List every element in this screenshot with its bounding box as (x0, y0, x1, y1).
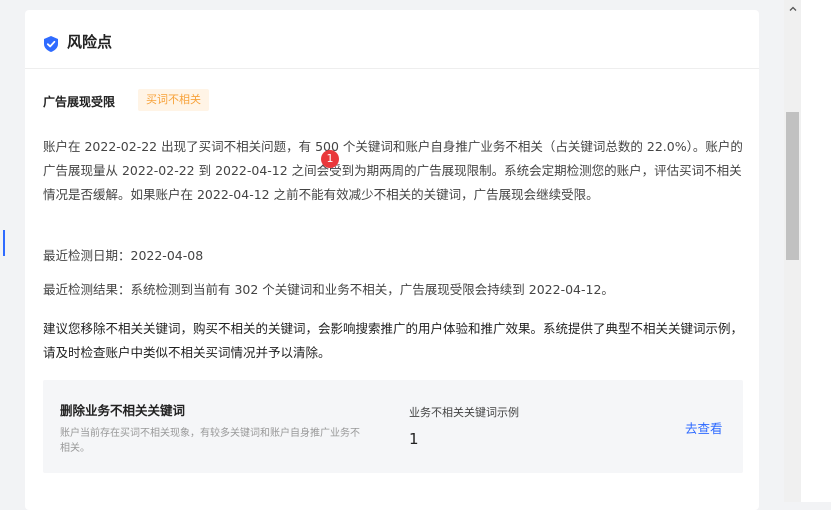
action-panel: 删除业务不相关关键词 账户当前存在买词不相关现象，有较多关键词和账户自身推广业务… (43, 380, 743, 473)
scrollbar-thumb[interactable] (786, 112, 799, 260)
panel-description: 账户当前存在买词不相关现象，有较多关键词和账户自身推广业务不相关。 (60, 428, 360, 454)
left-edge (0, 0, 10, 502)
risk-card: 风险点 广告展现受限 买词不相关 账户在 2022-02-22 出现了买词不相关… (25, 10, 759, 510)
chevron-up-icon[interactable] (788, 4, 798, 14)
card-header: 风险点 (25, 10, 759, 69)
latest-check-result: 最近检测结果：系统检测到当前有 302 个关键词和业务不相关，广告展现受限会持续… (43, 282, 614, 297)
example-label: 业务不相关关键词示例 (409, 406, 519, 419)
latest-check-date: 最近检测日期：2022-04-08 (43, 248, 204, 263)
issue-description: 账户在 2022-02-22 出现了买词不相关问题，有 500 个关键词和账户自… (43, 139, 743, 202)
notification-badge[interactable]: 1 (321, 150, 339, 168)
shield-check-icon (44, 36, 58, 52)
view-link[interactable]: 去查看 (685, 418, 723, 437)
example-count: 1 (409, 430, 419, 448)
card-title: 风险点 (67, 33, 113, 51)
right-gutter (801, 0, 831, 502)
issue-tag: 买词不相关 (138, 89, 209, 111)
vertical-scrollbar[interactable] (784, 0, 801, 502)
suggestion-text: 建议您移除不相关关键词，购买不相关的关键词，会影响搜索推广的用户体验和推广效果。… (43, 321, 744, 360)
left-active-marker (3, 230, 5, 256)
issue-title: 广告展现受限 (43, 95, 116, 109)
panel-title: 删除业务不相关关键词 (60, 403, 186, 418)
